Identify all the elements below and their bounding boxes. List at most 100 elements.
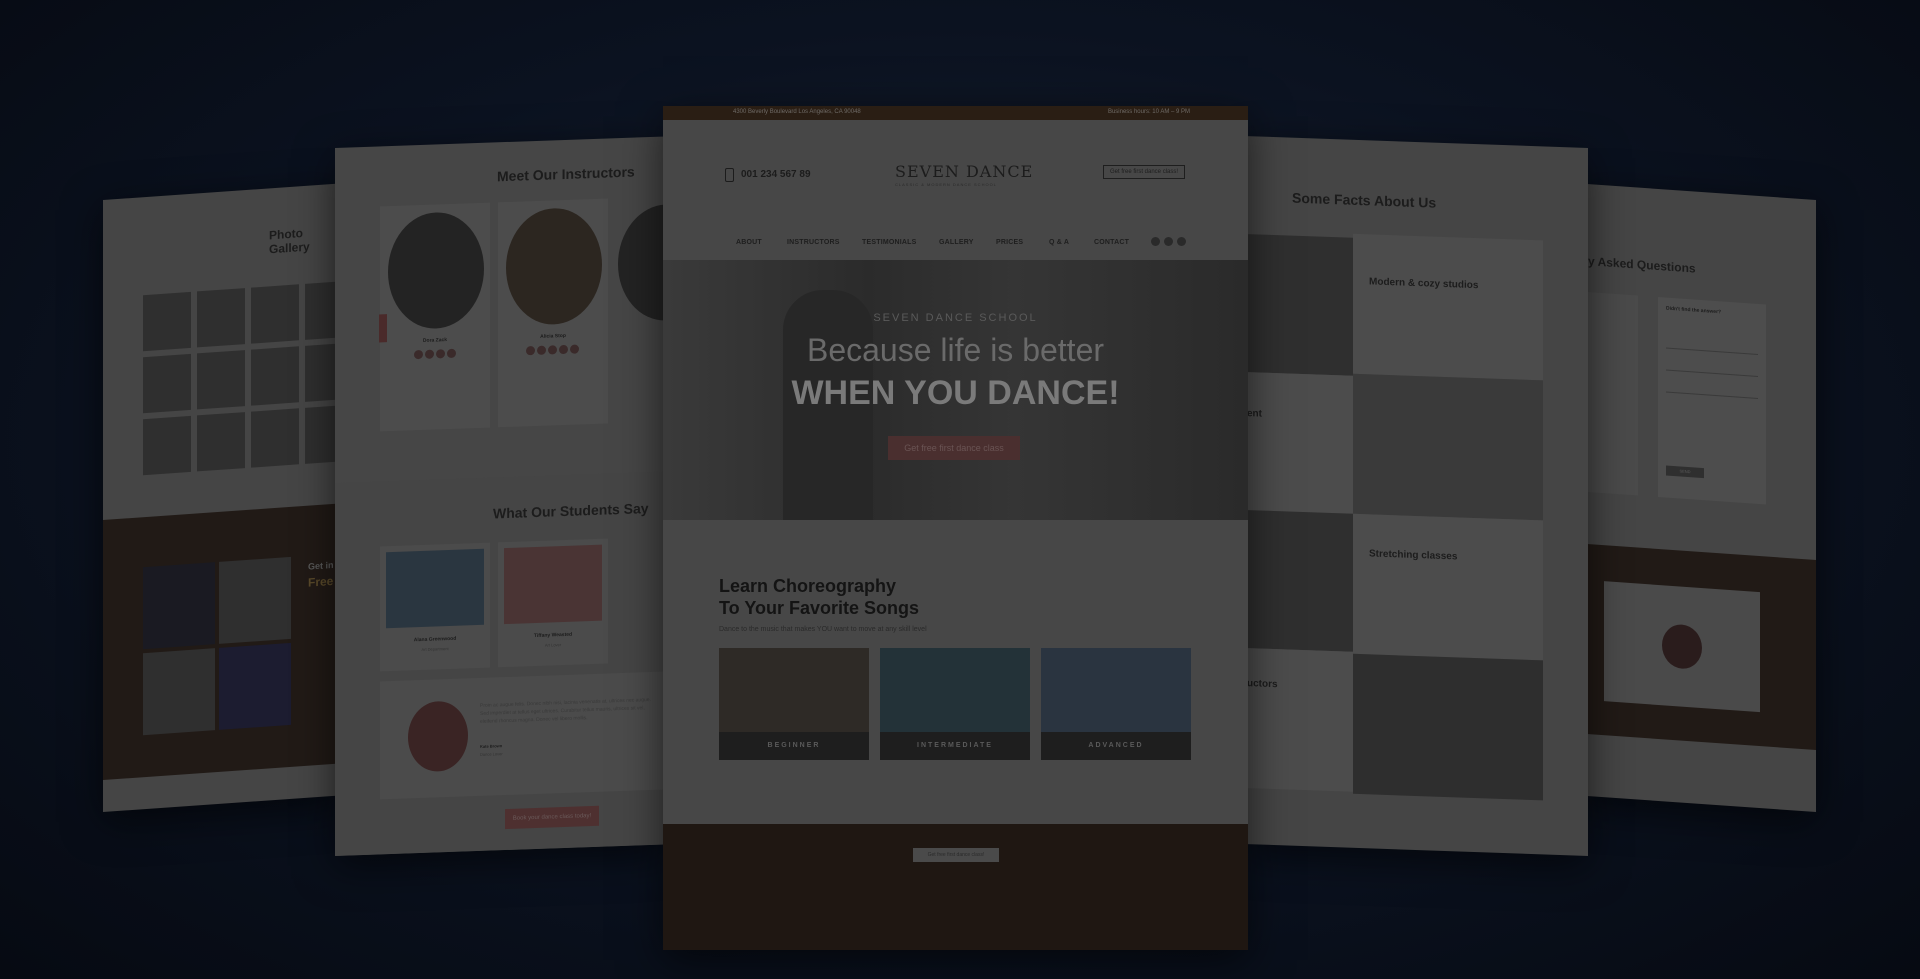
fact-title: Modern & cozy studios [1369,276,1479,292]
phone-number: 001 234 567 89 [741,169,811,180]
gallery-photo [251,408,299,468]
hero-headline-1: Because life is better [806,332,1105,368]
instructor-name: Dora Zack [422,337,448,344]
fact-card: Modern & cozy studios [1353,233,1543,381]
facts-title: Some Facts About Us [1292,189,1437,211]
instructor-avatar [506,206,602,327]
site-logo[interactable]: SEVEN DANCE [895,162,1033,181]
gallery-photo [143,291,191,352]
gallery-photo [197,412,245,472]
instructor-card: Alicia Stop [498,198,608,428]
contact-photo [143,562,215,650]
youtube-icon[interactable] [1177,237,1186,246]
level-card-advanced[interactable]: ADVANCED [1041,648,1191,760]
instructors-title: Meet Our Instructors [497,163,635,185]
nav-testimonials[interactable]: TESTIMONIALS [862,239,917,246]
footer-cta-button[interactable]: Get free first dance class! [913,848,999,862]
fact-photo [1247,510,1353,652]
instructor-avatar [388,210,484,331]
form-field[interactable] [1666,381,1758,399]
choreography-section: Learn Choreography To Your Favorite Song… [663,520,1248,830]
map[interactable] [1604,581,1760,713]
carousel-prev-button[interactable] [379,314,387,343]
fact-photo [1353,653,1543,801]
learn-title-2: To Your Favorite Songs [719,598,920,618]
social-icon[interactable] [559,344,568,355]
contact-section: Get in Free [103,503,343,780]
gallery-photo [143,353,191,414]
hero-cta-button[interactable]: Get free first dance class [888,436,1020,460]
student-name: Alana Greenwood [413,635,457,644]
nav-instructors[interactable]: INSTRUCTORS [787,239,840,246]
logo-tagline: CLASSIC & MODERN DANCE SCHOOL [895,182,997,187]
quote-author: Kate Brown [480,743,503,749]
student-role: Art Department [421,646,449,652]
learn-title-1: Learn Choreography [719,576,897,596]
nav-gallery[interactable]: GALLERY [939,239,974,246]
fact-title: ent [1247,408,1262,420]
phone-icon [725,168,734,182]
nav-about[interactable]: ABOUT [736,239,762,246]
social-icon[interactable] [436,349,445,359]
form-send-button[interactable]: SEND [1666,465,1704,479]
level-photo [880,648,1030,732]
form-title: Didn't find the answer? [1666,305,1722,316]
nav-contact[interactable]: CONTACT [1094,239,1129,246]
students-title: What Our Students Say [493,500,649,522]
student-card: Alana Greenwood Art Department [380,542,490,672]
facebook-icon[interactable] [1151,237,1160,246]
social-icon[interactable] [548,345,557,355]
level-label: BEGINNER [767,742,821,749]
book-class-button[interactable]: Book your dance class today! [505,805,599,830]
gallery-photo [251,346,299,406]
social-icon[interactable] [537,345,546,355]
left-panel: Meet Our Instructors Dora Zack Alicia St… [335,136,665,857]
student-name: Tiffany Weasted [533,631,573,640]
header-cta-button[interactable]: Get free first dance class! [1103,165,1186,179]
student-card: Tiffany Weasted Art Lover [498,538,608,668]
hours-text: Business hours: 10 AM – 9 PM [1107,109,1190,115]
social-icon[interactable] [570,344,579,354]
hero-kicker: SEVEN DANCE SCHOOL [873,312,1038,324]
footer-section: Get free first dance class! [663,824,1248,950]
quote-avatar [408,700,468,773]
top-bar: 4300 Beverly Boulevard Los Angeles, CA 9… [663,106,1248,120]
instructor-avatar [618,202,665,323]
faq-form: Didn't find the answer? SEND [1658,296,1766,505]
contact-photo [219,556,291,644]
form-field[interactable] [1666,337,1758,355]
level-photo [719,648,869,732]
address-text: 4300 Beverly Boulevard Los Angeles, CA 9… [733,109,861,115]
quote-text: Proin ac augue felis. Donec nibh nisi, l… [480,696,651,725]
gallery-photo [197,288,245,348]
fact-photo [1247,234,1353,376]
instructor-name: Alicia Stop [540,332,566,340]
learn-subtitle: Dance to the music that makes YOU want t… [719,626,927,633]
gallery-photo [197,350,245,410]
main-panel: 4300 Beverly Boulevard Los Angeles, CA 9… [663,106,1248,950]
quote-role: Dance Lover [480,751,503,757]
fact-card: Stretching classes [1353,513,1543,661]
fact-card: uctors [1247,648,1353,792]
nav-prices[interactable]: PRICES [996,239,1023,246]
map-section [1578,543,1816,750]
social-icon[interactable] [526,346,535,356]
map-marker-icon [1662,623,1702,671]
student-photo [386,548,484,629]
quote-card: Proin ac augue felis. Donec nibh nisi, l… [380,671,665,800]
instagram-icon[interactable] [1164,237,1173,246]
contact-heading-2: Free [308,573,334,590]
fact-title: uctors [1247,678,1278,691]
level-card-intermediate[interactable]: INTERMEDIATE [880,648,1030,760]
form-field[interactable] [1666,359,1758,377]
student-role: Art Lover [544,642,562,648]
testimonials-section: What Our Students Say Alana Greenwood Ar… [335,471,665,856]
gallery-photo [251,284,299,344]
level-card-beginner[interactable]: BEGINNER [719,648,869,760]
level-label: INTERMEDIATE [917,742,993,749]
social-icon[interactable] [425,349,434,359]
social-icon[interactable] [447,348,456,359]
social-icon[interactable] [414,349,423,360]
level-label: ADVANCED [1088,742,1144,749]
nav-qa[interactable]: Q & A [1049,239,1069,246]
